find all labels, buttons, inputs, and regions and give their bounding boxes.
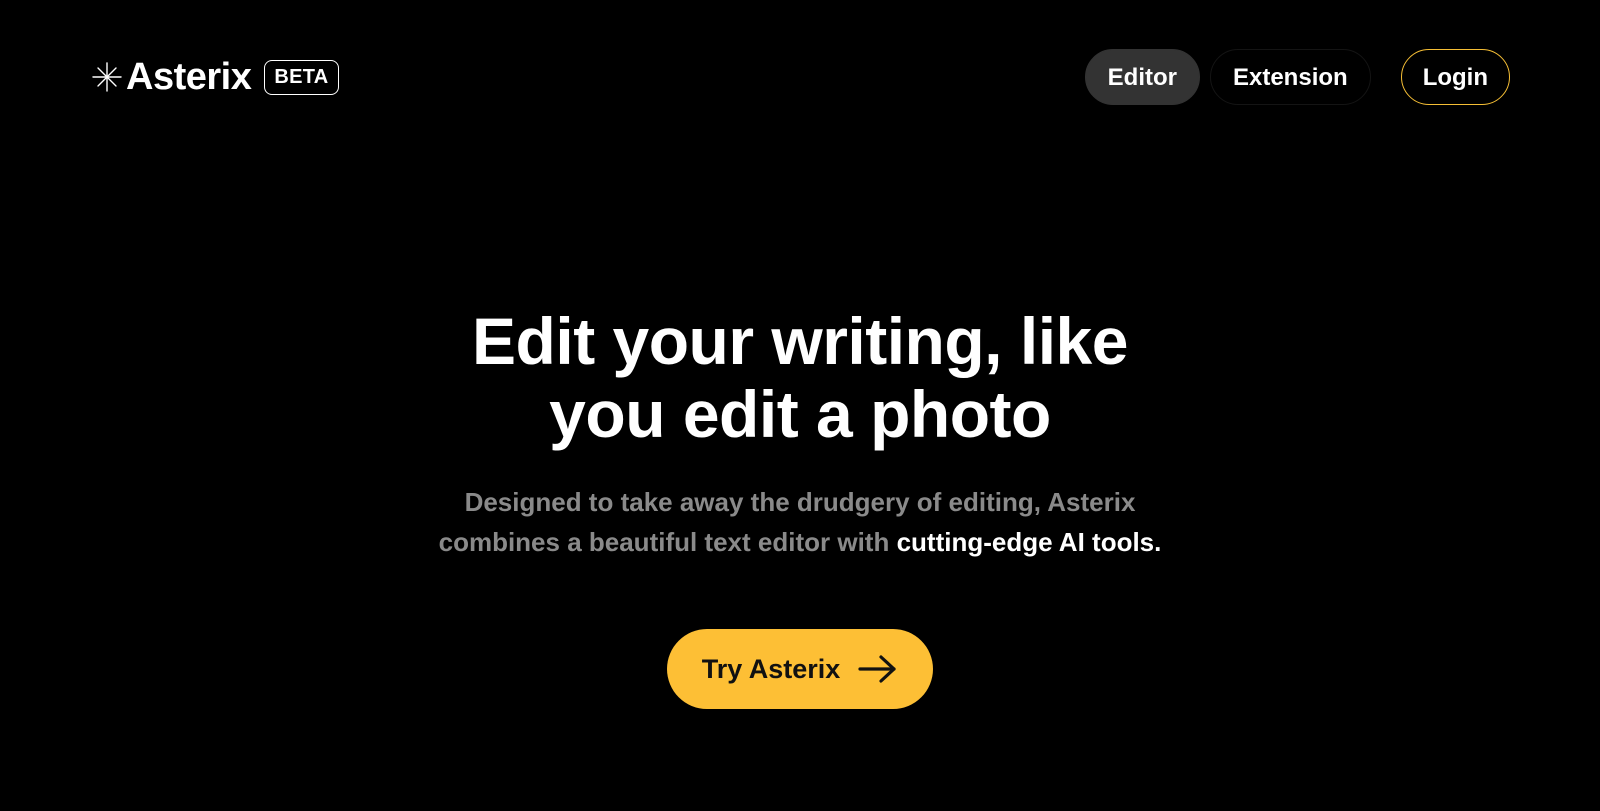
headline-line-2: you edit a photo bbox=[549, 377, 1051, 451]
arrow-right-icon bbox=[858, 655, 896, 683]
brand[interactable]: Asterix BETA bbox=[90, 56, 339, 98]
cta-label: Try Asterix bbox=[701, 653, 841, 684]
asterisk-sparkle-icon bbox=[92, 62, 122, 92]
subheading-line-2: combines a beautiful text editor with bbox=[438, 527, 897, 557]
login-button[interactable]: Login bbox=[1400, 49, 1510, 105]
main-nav: Editor Extension Login bbox=[1084, 49, 1510, 105]
hero-section: Edit your writing, like you edit a photo… bbox=[0, 305, 1600, 709]
subheading-highlight: cutting-edge AI tools. bbox=[896, 527, 1162, 557]
brand-name: Asterix bbox=[126, 56, 252, 98]
nav-editor-button[interactable]: Editor bbox=[1084, 49, 1200, 105]
cta-wrapper: Try Asterix bbox=[0, 629, 1600, 709]
headline-line-1: Edit your writing, like bbox=[472, 304, 1128, 378]
hero-headline: Edit your writing, like you edit a photo bbox=[0, 305, 1600, 451]
site-header: Asterix BETA Editor Extension Login bbox=[0, 0, 1600, 155]
nav-extension-button[interactable]: Extension bbox=[1209, 49, 1371, 105]
beta-badge: BETA bbox=[264, 59, 339, 95]
landing-page: Asterix BETA Editor Extension Login Edit… bbox=[0, 0, 1600, 811]
try-asterix-button[interactable]: Try Asterix bbox=[667, 629, 933, 709]
hero-subheading: Designed to take away the drudgery of ed… bbox=[0, 482, 1600, 562]
subheading-line-1: Designed to take away the drudgery of ed… bbox=[464, 487, 1136, 517]
